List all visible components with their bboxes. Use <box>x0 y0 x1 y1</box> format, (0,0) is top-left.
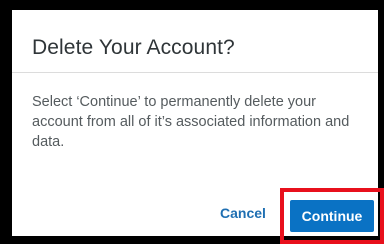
dialog-footer: Cancel Continue <box>12 180 384 244</box>
continue-button[interactable]: Continue <box>290 200 374 232</box>
dialog-message: Select ‘Continue’ to permanently delete … <box>32 94 350 150</box>
dialog-title: Delete Your Account? <box>32 36 235 59</box>
continue-highlight-box: Continue <box>280 188 384 244</box>
dialog-divider <box>12 72 378 73</box>
delete-account-dialog: Delete Your Account? Select ‘Continue’ t… <box>12 10 384 244</box>
screen-backdrop: Delete Your Account? Select ‘Continue’ t… <box>0 0 384 244</box>
cancel-button[interactable]: Cancel <box>212 196 274 230</box>
